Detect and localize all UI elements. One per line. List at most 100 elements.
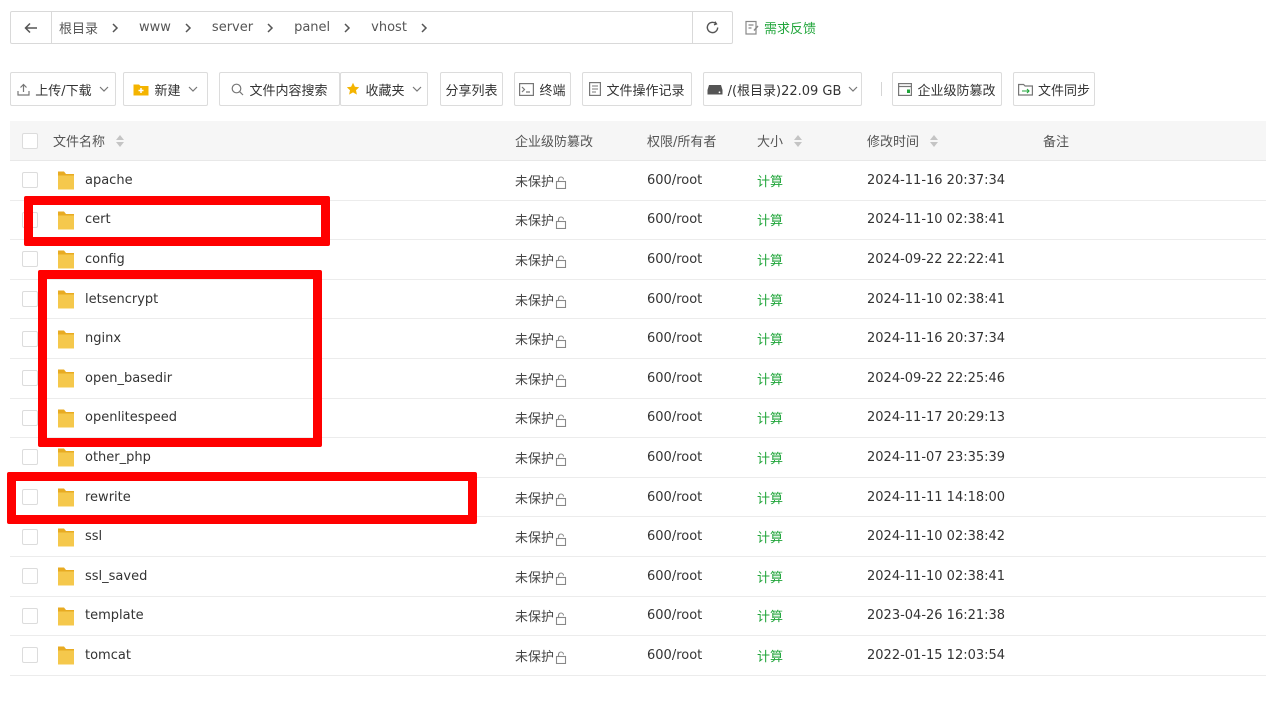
row-checkbox[interactable] bbox=[22, 489, 38, 506]
permission-owner[interactable]: 600/root bbox=[647, 450, 702, 465]
row-checkbox[interactable] bbox=[22, 409, 38, 426]
lock-icon[interactable] bbox=[555, 255, 567, 269]
header-time[interactable]: 修改时间 bbox=[867, 121, 939, 160]
permission-owner[interactable]: 600/root bbox=[647, 173, 702, 188]
permission-owner[interactable]: 600/root bbox=[647, 212, 702, 227]
permission-owner[interactable]: 600/root bbox=[647, 410, 702, 425]
row-checkbox[interactable] bbox=[22, 528, 38, 545]
feedback-link[interactable]: 需求反馈 bbox=[745, 18, 816, 37]
file-name[interactable]: ssl bbox=[85, 529, 102, 544]
terminal-button[interactable]: 终端 bbox=[514, 72, 571, 106]
tamper-protection-button[interactable]: 企业级防篡改 bbox=[892, 72, 1002, 106]
share-list-button[interactable]: 分享列表 bbox=[440, 72, 503, 106]
calculate-size-link[interactable]: 计算 bbox=[757, 606, 783, 625]
file-name[interactable]: ssl_saved bbox=[85, 569, 147, 584]
refresh-button[interactable] bbox=[692, 12, 732, 43]
row-checkbox[interactable] bbox=[22, 607, 38, 624]
table-row[interactable]: letsencrypt 未保护 600/root 计算 2024-11-10 02:38… bbox=[10, 280, 1266, 320]
new-button[interactable]: 新建 bbox=[123, 72, 208, 106]
row-checkbox[interactable] bbox=[22, 172, 38, 189]
table-row[interactable]: nginx 未保护 600/root 计算 2024-11-16 20:37:34 bbox=[10, 319, 1266, 359]
row-checkbox[interactable] bbox=[22, 330, 38, 347]
row-checkbox[interactable] bbox=[22, 449, 38, 466]
select-all-checkbox[interactable] bbox=[22, 132, 38, 149]
file-name[interactable]: apache bbox=[85, 173, 133, 188]
header-size[interactable]: 大小 bbox=[757, 121, 803, 160]
table-row[interactable]: apache 未保护 600/root 计算 2024-11-16 20:37:34 bbox=[10, 161, 1266, 201]
table-row[interactable]: ssl_saved 未保护 600/root 计算 2024-11-10 02:38:4… bbox=[10, 557, 1266, 597]
permission-owner[interactable]: 600/root bbox=[647, 529, 702, 544]
file-name[interactable]: tomcat bbox=[85, 648, 131, 663]
permission-owner[interactable]: 600/root bbox=[647, 331, 702, 346]
table-row[interactable]: openlitespeed 未保护 600/root 计算 2024-11-17 20:… bbox=[10, 399, 1266, 439]
lock-icon[interactable] bbox=[555, 493, 567, 507]
calculate-size-link[interactable]: 计算 bbox=[757, 210, 783, 229]
calculate-size-link[interactable]: 计算 bbox=[757, 488, 783, 507]
file-sync-button[interactable]: 文件同步 bbox=[1013, 72, 1095, 106]
calculate-size-link[interactable]: 计算 bbox=[757, 250, 783, 269]
table-row[interactable]: ssl 未保护 600/root 计算 2024-11-10 02:38:42 bbox=[10, 517, 1266, 557]
favorites-button[interactable]: 收藏夹 bbox=[340, 72, 428, 106]
calculate-size-link[interactable]: 计算 bbox=[757, 329, 783, 348]
lock-icon[interactable] bbox=[555, 651, 567, 665]
table-row[interactable]: rewrite 未保护 600/root 计算 2024-11-11 14:18:00 bbox=[10, 478, 1266, 518]
lock-icon[interactable] bbox=[555, 612, 567, 625]
table-row[interactable]: tomcat 未保护 600/root 计算 2022-01-15 12:03:54 bbox=[10, 636, 1266, 676]
lock-icon[interactable] bbox=[555, 533, 567, 546]
calculate-size-link[interactable]: 计算 bbox=[757, 369, 783, 388]
file-name[interactable]: other_php bbox=[85, 450, 151, 465]
file-name[interactable]: config bbox=[85, 252, 125, 267]
permission-owner[interactable]: 600/root bbox=[647, 490, 702, 505]
breadcrumb-item-root[interactable]: 根目录 bbox=[58, 18, 99, 37]
operation-log-button[interactable]: 文件操作记录 bbox=[582, 72, 692, 106]
row-checkbox[interactable] bbox=[22, 370, 38, 387]
lock-icon[interactable] bbox=[555, 335, 567, 348]
file-name[interactable]: openlitespeed bbox=[85, 410, 177, 425]
calculate-size-link[interactable]: 计算 bbox=[757, 171, 783, 190]
table-row[interactable]: template 未保护 600/root 计算 2023-04-26 16:21:38 bbox=[10, 597, 1266, 637]
permission-owner[interactable]: 600/root bbox=[647, 648, 702, 663]
lock-icon[interactable] bbox=[555, 295, 567, 309]
calculate-size-link[interactable]: 计算 bbox=[757, 527, 783, 546]
back-button[interactable] bbox=[11, 12, 52, 43]
header-name[interactable]: 文件名称 bbox=[53, 121, 125, 160]
lock-icon[interactable] bbox=[555, 453, 567, 467]
table-row[interactable]: cert 未保护 600/root 计算 2024-11-10 02:38:41 bbox=[10, 201, 1266, 241]
file-name[interactable]: nginx bbox=[85, 331, 121, 346]
table-row[interactable]: config 未保护 600/root 计算 2024-09-22 22:22:41 bbox=[10, 240, 1266, 280]
upload-download-button[interactable]: 上传/下载 bbox=[10, 72, 116, 106]
file-name[interactable]: rewrite bbox=[85, 490, 131, 505]
file-name[interactable]: open_basedir bbox=[85, 371, 172, 386]
breadcrumb-item-vhost[interactable]: vhost bbox=[370, 20, 408, 35]
row-checkbox[interactable] bbox=[22, 211, 38, 228]
row-checkbox[interactable] bbox=[22, 291, 38, 308]
permission-owner[interactable]: 600/root bbox=[647, 608, 702, 623]
row-checkbox[interactable] bbox=[22, 251, 38, 268]
lock-icon[interactable] bbox=[555, 176, 567, 190]
permission-owner[interactable]: 600/root bbox=[647, 569, 702, 584]
table-row[interactable]: other_php 未保护 600/root 计算 2024-11-07 23:35:3… bbox=[10, 438, 1266, 478]
disk-selector[interactable]: /(根目录)22.09 GB bbox=[703, 72, 862, 106]
breadcrumb-item-www[interactable]: www bbox=[138, 20, 172, 35]
file-name[interactable]: letsencrypt bbox=[85, 292, 158, 307]
table-row[interactable]: open_basedir 未保护 600/root 计算 2024-09-22 22:2… bbox=[10, 359, 1266, 399]
breadcrumb-item-server[interactable]: server bbox=[211, 20, 254, 35]
permission-owner[interactable]: 600/root bbox=[647, 252, 702, 267]
breadcrumb-item-panel[interactable]: panel bbox=[293, 20, 331, 35]
calculate-size-link[interactable]: 计算 bbox=[757, 408, 783, 427]
permission-owner[interactable]: 600/root bbox=[647, 371, 702, 386]
content-search-button[interactable]: 文件内容搜索 bbox=[219, 72, 340, 106]
file-name[interactable]: cert bbox=[85, 212, 111, 227]
calculate-size-link[interactable]: 计算 bbox=[757, 290, 783, 309]
lock-icon[interactable] bbox=[555, 374, 567, 388]
lock-icon[interactable] bbox=[555, 572, 567, 586]
permission-owner[interactable]: 600/root bbox=[647, 292, 702, 307]
lock-icon[interactable] bbox=[555, 216, 567, 229]
file-name[interactable]: template bbox=[85, 608, 144, 623]
calculate-size-link[interactable]: 计算 bbox=[757, 567, 783, 586]
lock-icon[interactable] bbox=[555, 414, 567, 427]
calculate-size-link[interactable]: 计算 bbox=[757, 448, 783, 467]
calculate-size-link[interactable]: 计算 bbox=[757, 646, 783, 665]
row-checkbox[interactable] bbox=[22, 568, 38, 585]
row-checkbox[interactable] bbox=[22, 647, 38, 664]
